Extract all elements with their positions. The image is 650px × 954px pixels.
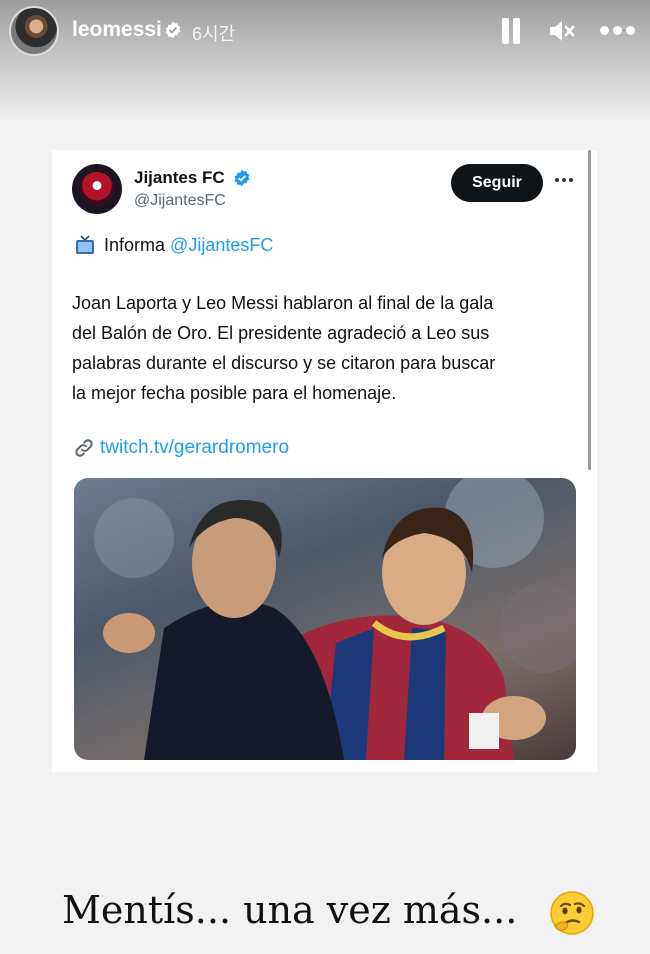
tweet-more-button[interactable] — [555, 178, 573, 183]
more-options-button[interactable] — [600, 26, 636, 36]
tweet-body: Joan Laporta y Leo Messi hablaron al fin… — [72, 293, 496, 403]
club-crest-icon — [80, 172, 114, 206]
verified-badge-icon — [165, 21, 181, 39]
informa-mention[interactable]: @JijantesFC — [170, 235, 273, 255]
story-username[interactable]: leomessi — [72, 18, 162, 42]
story-caption: Mentís... una vez más... — [62, 888, 518, 932]
verified-badge-icon — [234, 169, 250, 187]
tweet-photo[interactable] — [74, 478, 576, 760]
pause-icon — [502, 18, 509, 44]
tweet-author-handle[interactable]: @JijantesFC — [134, 192, 226, 210]
mute-icon[interactable] — [548, 18, 576, 44]
informa-line: Informa @JijantesFC — [104, 235, 273, 256]
informa-label: Informa — [104, 235, 166, 255]
pause-button[interactable] — [500, 18, 522, 44]
link-icon — [75, 439, 93, 457]
story-header: leomessi 6시간 — [0, 0, 650, 64]
tweet-link[interactable]: twitch.tv/gerardromero — [100, 437, 289, 459]
story-timestamp: 6시간 — [192, 24, 236, 44]
profile-avatar[interactable] — [9, 6, 59, 56]
tweet-card[interactable]: Jijantes FC @JijantesFC Seguir Informa @… — [52, 150, 597, 772]
scrollbar[interactable] — [588, 150, 591, 470]
more-icon — [600, 26, 609, 35]
thinking-face-icon — [550, 891, 594, 935]
tv-icon — [76, 235, 94, 254]
tweet-avatar[interactable] — [72, 164, 122, 214]
tweet-author-name[interactable]: Jijantes FC — [134, 168, 225, 188]
tweet-photo-illustration — [94, 478, 576, 760]
more-icon — [555, 178, 559, 182]
follow-button[interactable]: Seguir — [451, 164, 543, 202]
